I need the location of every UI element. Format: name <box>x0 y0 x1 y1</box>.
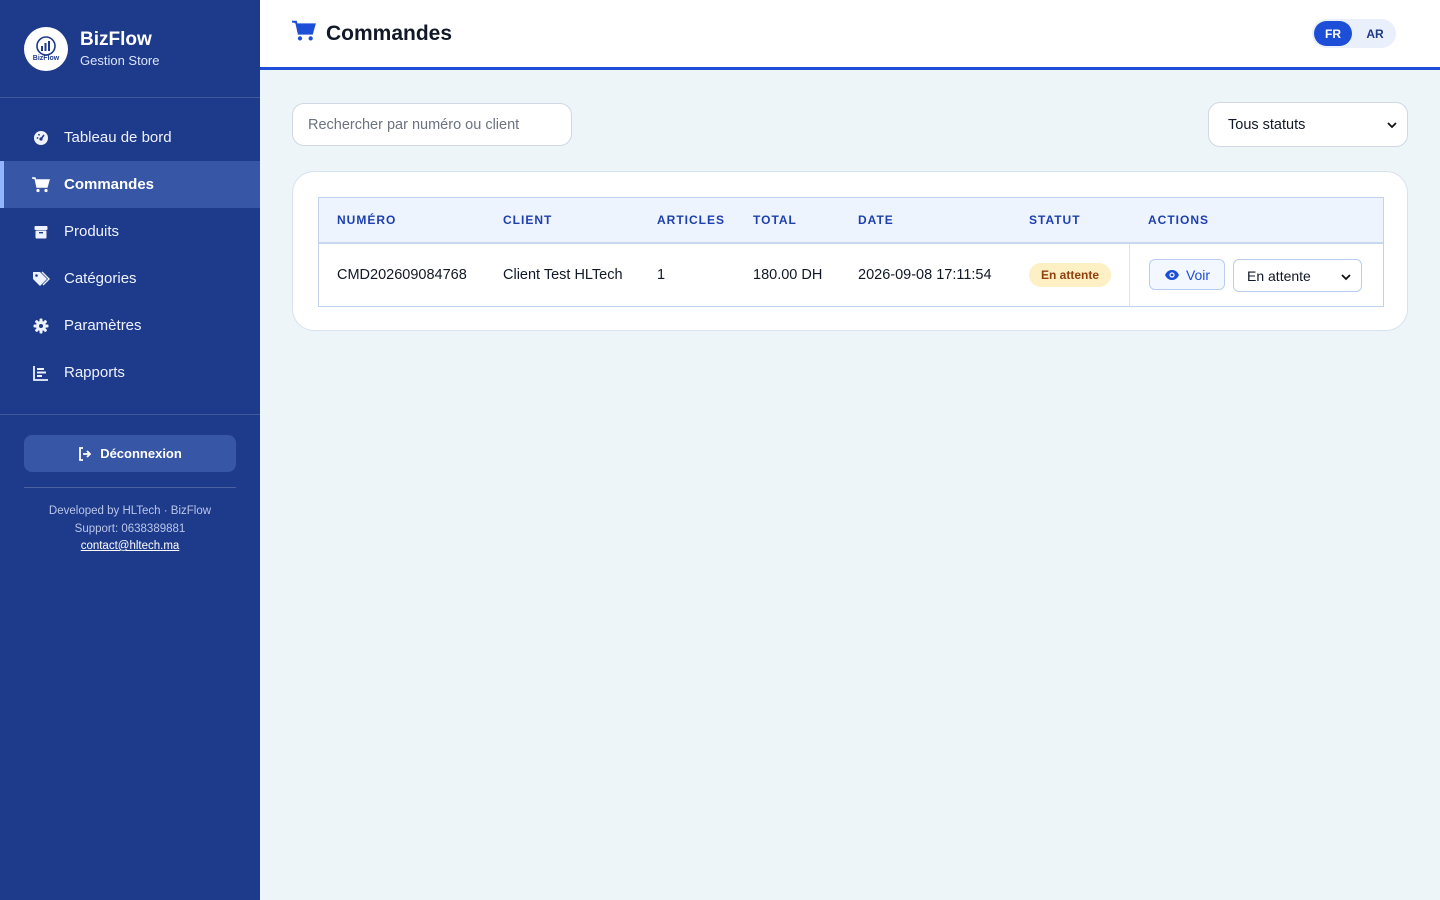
cart-icon <box>292 20 316 47</box>
column-header-date: DATE <box>858 213 894 227</box>
logout-button[interactable]: Déconnexion <box>24 435 236 472</box>
brand-logo: BizFlow <box>24 26 68 71</box>
column-header-client: CLIENT <box>503 213 553 227</box>
status-badge: En attente <box>1029 263 1112 287</box>
table-header: NUMÉRO CLIENT ARTICLES TOTAL DATE STATUT… <box>319 198 1383 244</box>
status-filter-select[interactable]: Tous statuts <box>1208 102 1408 147</box>
cell-client: Client Test HLTech <box>503 267 623 283</box>
chevron-down-icon <box>1341 268 1351 284</box>
cell-date: 2026-09-08 17:11:54 <box>858 267 992 283</box>
column-header-total: TOTAL <box>753 213 797 227</box>
sidebar: BizFlow BizFlow Gestion Store Tableau de… <box>0 0 260 900</box>
page-title: Commandes <box>326 21 453 45</box>
column-header-number: NUMÉRO <box>337 213 397 227</box>
row-status-select[interactable]: En attente <box>1233 259 1362 292</box>
cell-number: CMD202609084768 <box>337 267 467 283</box>
view-button-label: Voir <box>1185 266 1211 283</box>
footer-support: Support: 0638389881 <box>74 522 186 535</box>
cell-actions: Voir En attente <box>1129 244 1383 306</box>
status-filter-value: Tous statuts <box>1228 116 1306 133</box>
chart-bar-icon <box>32 364 50 382</box>
orders-card: NUMÉRO CLIENT ARTICLES TOTAL DATE STATUT… <box>292 171 1408 331</box>
sidebar-footer: Developed by HLTech · BizFlow Support: 0… <box>0 503 260 556</box>
logo-chart-icon <box>36 35 56 56</box>
column-header-status: STATUT <box>1029 213 1081 227</box>
sign-out-icon <box>78 446 92 461</box>
language-switch: FR AR <box>1312 19 1396 48</box>
footer-developed-by: Developed by HLTech · BizFlow <box>48 505 212 517</box>
row-status-value: En attente <box>1247 267 1311 284</box>
sidebar-item-label: Paramètres <box>64 317 142 334</box>
cell-status: En attente <box>1029 244 1112 306</box>
sidebar-item-label: Catégories <box>64 270 137 287</box>
view-button[interactable]: Voir <box>1149 259 1225 290</box>
sidebar-item-reports[interactable]: Rapports <box>0 349 260 396</box>
sidebar-item-label: Produits <box>64 223 120 240</box>
lang-fr-button[interactable]: FR <box>1314 21 1352 46</box>
column-header-articles: ARTICLES <box>657 213 725 227</box>
table-row: CMD202609084768 Client Test HLTech 1 180… <box>319 244 1383 306</box>
cell-total: 180.00 DH <box>753 267 823 283</box>
orders-table: NUMÉRO CLIENT ARTICLES TOTAL DATE STATUT… <box>318 197 1384 307</box>
brand-subtitle: Gestion Store <box>80 53 160 68</box>
search-input[interactable] <box>292 103 572 146</box>
sidebar-item-dashboard[interactable]: Tableau de bord <box>0 114 260 161</box>
brand-name: BizFlow <box>80 29 152 50</box>
logout-label: Déconnexion <box>100 446 182 461</box>
footer-divider <box>24 487 236 488</box>
sidebar-nav: Tableau de bord Commandes Produits Catég… <box>0 98 260 396</box>
footer-email-link[interactable]: contact@hltech.ma <box>81 540 180 552</box>
sidebar-item-settings[interactable]: Paramètres <box>0 302 260 349</box>
tags-icon <box>32 270 50 288</box>
chevron-down-icon <box>1387 117 1397 133</box>
sidebar-item-orders[interactable]: Commandes <box>0 161 260 208</box>
gauge-icon <box>32 129 50 147</box>
sidebar-item-label: Tableau de bord <box>64 129 172 146</box>
cart-icon <box>32 176 50 194</box>
sidebar-item-products[interactable]: Produits <box>0 208 260 255</box>
eye-icon <box>1164 267 1180 283</box>
sidebar-item-label: Commandes <box>64 176 155 193</box>
box-icon <box>32 223 50 241</box>
lang-ar-button[interactable]: AR <box>1356 21 1394 46</box>
gear-icon <box>32 317 50 335</box>
brand[interactable]: BizFlow BizFlow Gestion Store <box>0 0 260 98</box>
sidebar-divider <box>0 414 260 415</box>
cell-articles: 1 <box>657 267 666 283</box>
column-header-actions: ACTIONS <box>1148 213 1209 227</box>
logo-text: BizFlow <box>32 54 60 62</box>
sidebar-item-categories[interactable]: Catégories <box>0 255 260 302</box>
sidebar-item-label: Rapports <box>64 364 125 381</box>
top-bar: Commandes FR AR <box>260 0 1440 70</box>
